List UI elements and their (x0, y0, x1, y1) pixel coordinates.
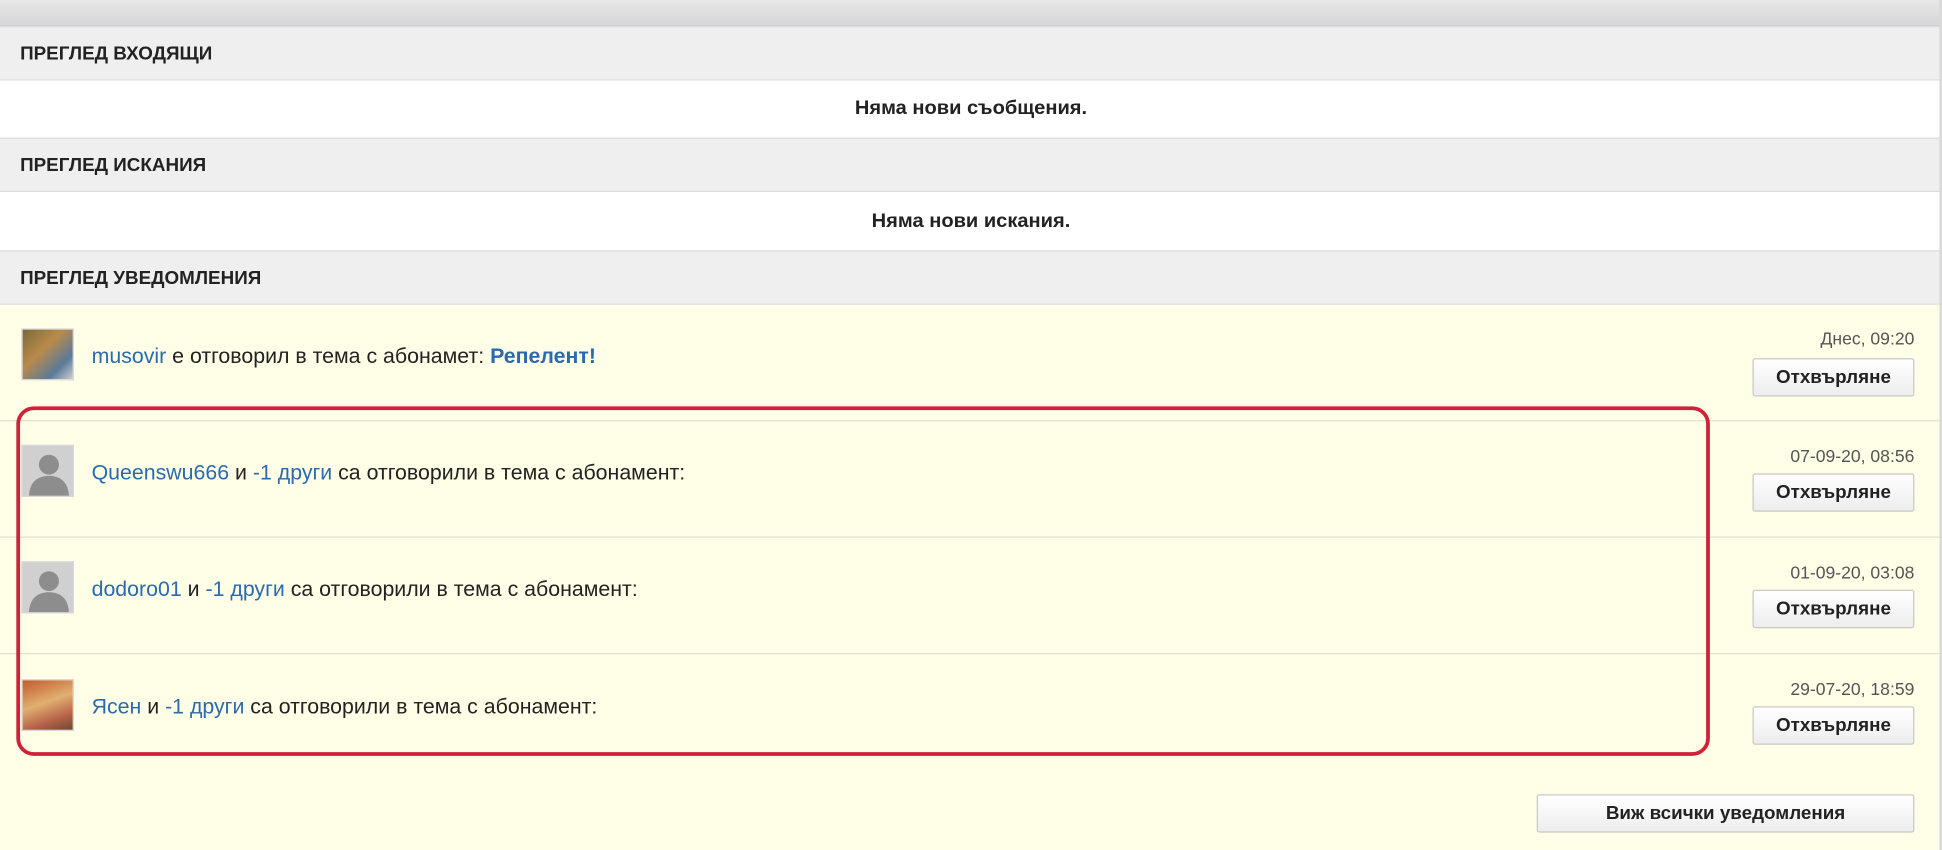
requests-title: ПРЕГЛЕД ИСКАНИЯ (20, 154, 207, 176)
requests-empty: Няма нови искания. (0, 192, 1942, 251)
notifications-list: musovir е отговорил в тема с абонамет: Р… (0, 304, 1942, 850)
others-link[interactable]: -1 други (205, 577, 284, 601)
default-user-icon (22, 446, 73, 496)
notification-item: Queenswu666 и -1 други са отговорили в т… (0, 421, 1942, 536)
notifications-page: ПРЕГЛЕД ВХОДЯЩИ Няма нови съобщения. ПРЕ… (0, 0, 1942, 850)
avatar[interactable] (21, 444, 75, 497)
notifications-title: ПРЕГЛЕД УВЕДОМЛЕНИЯ (20, 267, 262, 289)
notification-item: musovir е отговорил в тема с абонамет: Р… (0, 305, 1942, 420)
notification-text: musovir е отговорил в тема с абонамет: Р… (92, 344, 596, 369)
requests-header: ПРЕГЛЕД ИСКАНИЯ (0, 137, 1942, 193)
timestamp: 29-07-20, 18:59 (1790, 679, 1915, 699)
conjunction: и (229, 460, 253, 485)
avatar[interactable] (21, 679, 75, 732)
conjunction: и (141, 695, 166, 719)
timestamp: 07-09-20, 08:56 (1790, 446, 1915, 466)
default-user-icon (22, 562, 73, 613)
dismiss-button[interactable]: Отхвърляне (1752, 706, 1915, 745)
inbox-empty: Няма нови съобщения. (0, 80, 1942, 138)
notification-text: dodoro01 и -1 други са отговорили в тема… (92, 577, 638, 602)
user-link[interactable]: Queenswu666 (92, 461, 230, 485)
top-bar (0, 0, 1942, 27)
requests-empty-message: Няма нови искания. (871, 210, 1071, 232)
others-link[interactable]: -1 други (165, 695, 244, 719)
view-all-notifications-button[interactable]: Виж всички уведомления (1536, 794, 1915, 833)
dismiss-button[interactable]: Отхвърляне (1752, 589, 1915, 629)
inbox-header: ПРЕГЛЕД ВХОДЯЩИ (0, 26, 1942, 81)
notification-message: са отговорили в тема с абонамент: (284, 577, 638, 601)
inbox-empty-message: Няма нови съобщения. (854, 97, 1088, 119)
timestamp: Днес, 09:20 (1820, 328, 1915, 349)
user-link[interactable]: Ясен (92, 695, 142, 719)
notification-item: Ясен и -1 други са отговорили в тема с а… (0, 654, 1942, 769)
conjunction: и (181, 577, 206, 601)
avatar[interactable] (21, 328, 75, 381)
notification-message: са отговорили в тема с абонамент: (244, 695, 598, 719)
timestamp: 01-09-20, 03:08 (1790, 562, 1915, 583)
user-link[interactable]: dodoro01 (92, 577, 182, 601)
others-link[interactable]: -1 други (253, 461, 332, 485)
notification-text: Ясен и -1 други са отговорили в тема с а… (92, 695, 598, 720)
user-link[interactable]: musovir (92, 344, 167, 368)
inbox-title: ПРЕГЛЕД ВХОДЯЩИ (20, 42, 213, 64)
dismiss-button[interactable]: Отхвърляне (1752, 358, 1915, 397)
notifications-header: ПРЕГЛЕД УВЕДОМЛЕНИЯ (0, 250, 1942, 305)
notification-message: са отговорили в тема с абонамент: (332, 460, 686, 485)
notification-item: dodoro01 и -1 други са отговорили в тема… (0, 538, 1942, 653)
topic-link[interactable]: Репелент! (490, 344, 596, 368)
avatar[interactable] (21, 561, 75, 614)
notification-message: е отговорил в тема с абонамет: (166, 344, 491, 369)
notification-text: Queenswu666 и -1 други са отговорили в т… (92, 461, 686, 486)
dismiss-button[interactable]: Отхвърляне (1752, 473, 1915, 512)
